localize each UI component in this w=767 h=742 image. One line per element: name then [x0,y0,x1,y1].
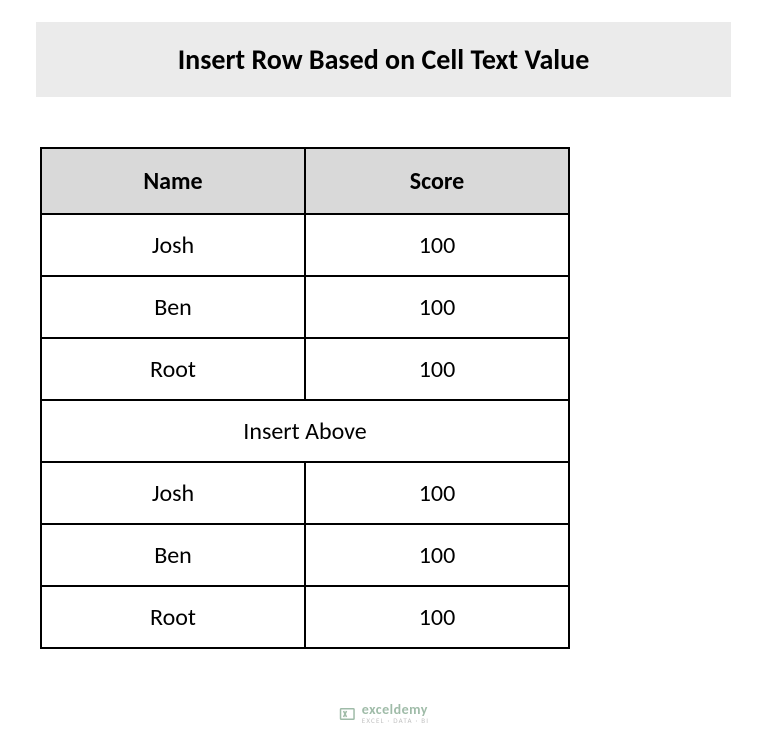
merged-label-row: Insert Above [41,400,569,462]
data-table: Name Score Josh 100 Ben 100 Root 100 Ins… [40,147,570,649]
column-header-score: Score [305,148,569,214]
watermark-text: exceldemy EXCEL · DATA · BI [362,703,429,724]
cell-score: 100 [305,214,569,276]
watermark-sub: EXCEL · DATA · BI [362,717,429,724]
cell-score: 100 [305,276,569,338]
table-row: Root 100 [41,586,569,648]
table-row: Root 100 [41,338,569,400]
table-header-row: Name Score [41,148,569,214]
watermark: exceldemy EXCEL · DATA · BI [338,703,429,724]
cell-name: Root [41,338,305,400]
table-row: Josh 100 [41,214,569,276]
cell-score: 100 [305,586,569,648]
column-header-name: Name [41,148,305,214]
cell-name: Josh [41,462,305,524]
table-row: Josh 100 [41,462,569,524]
page-title: Insert Row Based on Cell Text Value [36,22,731,97]
cell-score: 100 [305,524,569,586]
merged-label-cell: Insert Above [41,400,569,462]
cell-name: Josh [41,214,305,276]
cell-score: 100 [305,338,569,400]
table-row: Ben 100 [41,276,569,338]
cell-name: Root [41,586,305,648]
watermark-name: exceldemy [362,703,429,717]
cell-score: 100 [305,462,569,524]
cell-name: Ben [41,276,305,338]
cell-name: Ben [41,524,305,586]
excel-icon [338,705,356,723]
table-row: Ben 100 [41,524,569,586]
